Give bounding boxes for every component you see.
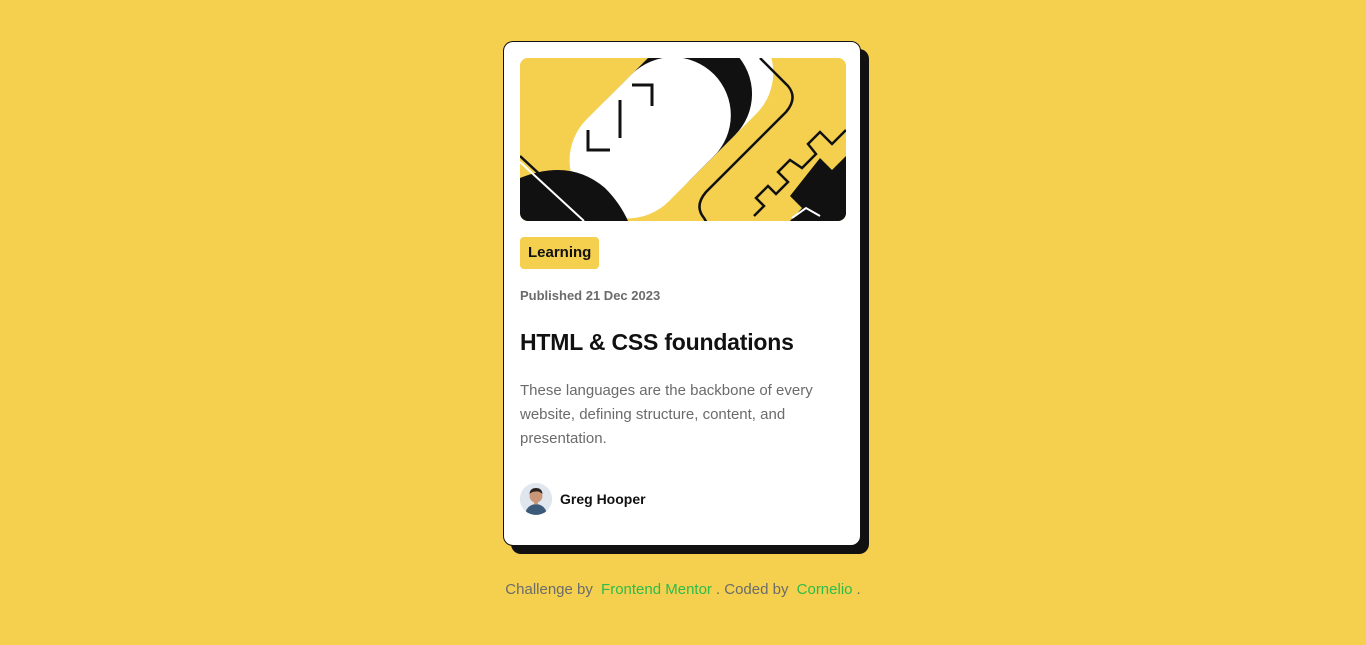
attribution-prefix: Challenge by (505, 581, 593, 598)
avatar-photo-icon (520, 483, 552, 515)
category-tag: Learning (520, 237, 600, 269)
article-title[interactable]: HTML & CSS foundations (520, 329, 794, 356)
attribution-suffix: . (856, 581, 861, 598)
article-illustration (520, 58, 846, 221)
attribution-middle: . Coded by (715, 581, 789, 598)
author-link[interactable]: Cornelio (797, 581, 853, 598)
illustration-graphic (520, 58, 846, 221)
attribution: Challenge by Frontend Mentor. Coded by C… (0, 581, 1366, 598)
avatar (520, 483, 552, 515)
frontend-mentor-link[interactable]: Frontend Mentor (601, 581, 712, 598)
article-description: These languages are the backbone of ever… (520, 382, 813, 447)
blog-preview-card: Learning Published 21 Dec 2023 HTML & CS… (503, 41, 861, 546)
author-name: Greg Hooper (560, 491, 646, 507)
published-date: Published 21 Dec 2023 (520, 288, 661, 303)
author-info: Greg Hooper (520, 483, 646, 515)
